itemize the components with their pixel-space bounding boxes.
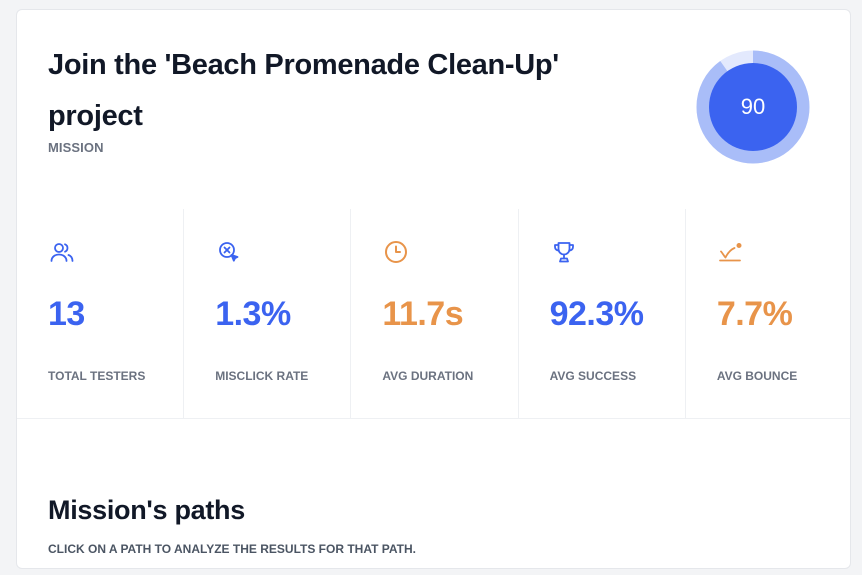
stat-label: MISCLICK RATE <box>215 369 309 383</box>
stat-total-testers: 13 TOTAL TESTERS <box>17 209 185 419</box>
stat-value: 1.3% <box>215 295 291 333</box>
stats-row: 13 TOTAL TESTERS 1.3% MISCLICK RATE 11.7… <box>17 209 850 419</box>
paths-section-subtitle: CLICK ON A PATH TO ANALYZE THE RESULTS F… <box>48 542 416 556</box>
page-title: Join the 'Beach Promenade Clean-Up' proj… <box>48 49 559 132</box>
stat-label: AVG SUCCESS <box>549 369 637 383</box>
score-ring: 90 <box>696 50 810 164</box>
stat-value: 11.7s <box>382 295 464 333</box>
bounce-icon <box>717 239 745 267</box>
misclick-icon <box>215 239 243 267</box>
clock-icon <box>382 239 410 267</box>
stat-avg-success: 92.3% AVG SUCCESS <box>519 209 686 419</box>
stat-avg-bounce: 7.7% AVG BOUNCE <box>686 209 850 419</box>
stat-value: 13 <box>48 295 85 333</box>
mission-type-label: MISSION <box>48 140 104 155</box>
stat-value: 92.3% <box>549 295 644 333</box>
trophy-icon <box>550 239 578 267</box>
stat-value: 7.7% <box>716 295 793 333</box>
mission-card: Join the 'Beach Promenade Clean-Up' proj… <box>16 9 851 569</box>
stat-avg-duration: 11.7s AVG DURATION <box>351 209 519 419</box>
paths-section-title: Mission's paths <box>48 495 245 525</box>
stat-label: TOTAL TESTERS <box>48 369 146 383</box>
stat-misclick-rate: 1.3% MISCLICK RATE <box>184 209 352 419</box>
stat-label: AVG BOUNCE <box>716 369 798 383</box>
stat-label: AVG DURATION <box>382 369 474 383</box>
users-icon <box>48 239 76 267</box>
score-value: 90 <box>740 94 766 119</box>
